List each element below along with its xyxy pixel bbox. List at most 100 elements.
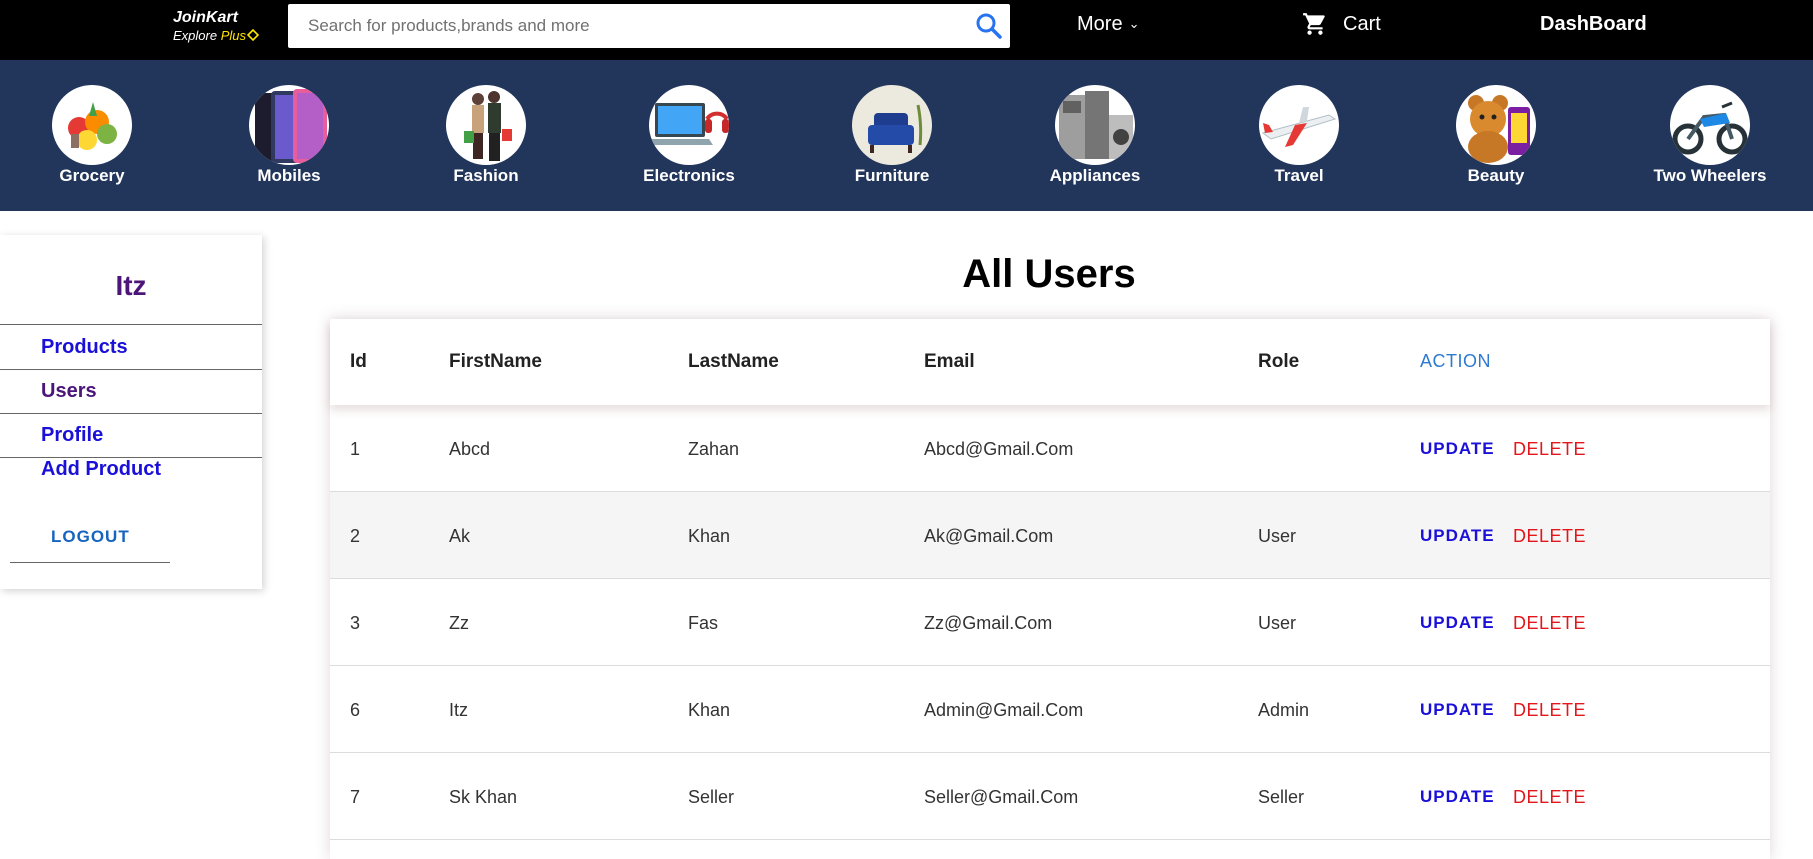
- category-furniture[interactable]: Furniture: [812, 85, 972, 187]
- travel-image: [1259, 85, 1339, 165]
- category-label: Mobiles: [257, 166, 321, 185]
- category-appliances[interactable]: Appliances: [1015, 85, 1175, 187]
- cell-email: Zz@Gmail.Com: [924, 613, 1053, 633]
- cell-firstname: Zz: [449, 613, 469, 633]
- cell-id: 7: [350, 787, 361, 807]
- logo-sub-prefix: Explore: [173, 28, 218, 43]
- category-label: Furniture: [854, 166, 930, 185]
- cell-id: 1: [350, 439, 361, 459]
- plus-icon: [246, 28, 260, 42]
- sidebar-divider: [0, 369, 262, 370]
- update-button[interactable]: UPDATE: [1420, 787, 1495, 807]
- cell-lastname: Seller: [688, 787, 735, 807]
- page-title: All Users: [962, 252, 1136, 296]
- category-label: Appliances: [1049, 166, 1141, 185]
- sidebar-divider: [0, 413, 262, 414]
- cart-label: Cart: [1343, 12, 1381, 35]
- search-icon[interactable]: [974, 11, 1004, 41]
- column-header-lastname: LastName: [688, 351, 779, 372]
- category-bar: Grocery Mobiles Fashion Electronics Furn…: [0, 60, 1813, 211]
- sidebar-divider: [0, 324, 262, 325]
- cell-lastname: Fas: [688, 613, 719, 633]
- sidebar-item-add-product[interactable]: Add Product: [41, 458, 161, 481]
- more-menu[interactable]: More ⌄: [1077, 13, 1139, 36]
- category-two-wheelers[interactable]: Two Wheelers: [1630, 85, 1790, 187]
- cell-lastname: Zahan: [688, 439, 740, 459]
- delete-button[interactable]: DELETE: [1513, 439, 1586, 460]
- two-wheelers-image: [1670, 85, 1750, 165]
- sidebar-username: Itz: [115, 270, 147, 301]
- column-header-action: ACTION: [1420, 351, 1492, 371]
- appliances-image: [1055, 85, 1135, 165]
- cart-icon: [1303, 13, 1325, 35]
- brand-logo[interactable]: JoinKart Explore Plus: [173, 9, 260, 45]
- sidebar-item-users[interactable]: Users: [41, 380, 97, 403]
- category-label: Travel: [1274, 166, 1324, 185]
- category-travel[interactable]: Travel: [1219, 85, 1379, 187]
- delete-button[interactable]: DELETE: [1513, 526, 1586, 547]
- cell-lastname: Khan: [688, 526, 731, 546]
- category-beauty[interactable]: Beauty: [1416, 85, 1576, 187]
- category-label: Grocery: [59, 166, 125, 185]
- cell-role: Seller: [1258, 787, 1305, 807]
- search-input[interactable]: [288, 4, 948, 48]
- cell-firstname: Itz: [449, 700, 469, 720]
- update-button[interactable]: UPDATE: [1420, 439, 1495, 459]
- column-header-email: Email: [924, 351, 975, 372]
- category-label: Two Wheelers: [1653, 166, 1767, 185]
- table-row: 7 Sk Khan Seller Seller@Gmail.Com Seller…: [330, 753, 1770, 840]
- table-row: 1 Abcd Zahan Abcd@Gmail.Com UPDATE DELET…: [330, 405, 1770, 492]
- cell-firstname: Sk Khan: [449, 787, 518, 807]
- cell-firstname: Ak: [449, 526, 471, 546]
- logout-divider: [10, 562, 170, 563]
- update-button[interactable]: UPDATE: [1420, 526, 1495, 546]
- more-label: More: [1077, 13, 1123, 35]
- table-header: Id FirstName LastName Email Role ACTION: [330, 319, 1770, 405]
- category-fashion[interactable]: Fashion: [406, 85, 566, 187]
- cell-role: Admin: [1258, 700, 1310, 720]
- dashboard-link[interactable]: DashBoard: [1540, 13, 1647, 36]
- column-header-id: Id: [350, 351, 367, 372]
- category-label: Beauty: [1467, 166, 1525, 185]
- category-grocery[interactable]: Grocery: [12, 85, 172, 187]
- delete-button[interactable]: DELETE: [1513, 700, 1586, 721]
- cell-lastname: Khan: [688, 700, 731, 720]
- table-row: 2 Ak Khan Ak@Gmail.Com User UPDATE DELET…: [330, 492, 1770, 579]
- cell-id: 2: [350, 526, 361, 546]
- category-mobiles[interactable]: Mobiles: [209, 85, 369, 187]
- chevron-down-icon: ⌄: [1128, 16, 1140, 31]
- furniture-image: [852, 85, 932, 165]
- mobiles-image: [249, 85, 329, 165]
- cell-email: Abcd@Gmail.Com: [924, 439, 1074, 459]
- category-label: Fashion: [453, 166, 519, 185]
- category-electronics[interactable]: Electronics: [609, 85, 769, 187]
- update-button[interactable]: UPDATE: [1420, 613, 1495, 633]
- column-header-role: Role: [1258, 351, 1300, 372]
- logo-subtitle: Explore Plus: [173, 27, 260, 45]
- users-table: Id FirstName LastName Email Role ACTION …: [330, 319, 1770, 859]
- cell-email: Ak@Gmail.Com: [924, 526, 1054, 546]
- search-bar: [288, 4, 1010, 48]
- sidebar-item-products[interactable]: Products: [41, 336, 128, 359]
- top-navbar: JoinKart Explore Plus More ⌄ Cart DashBoa…: [0, 0, 1813, 60]
- grocery-image: [52, 85, 132, 165]
- delete-button[interactable]: DELETE: [1513, 613, 1586, 634]
- fashion-image: [446, 85, 526, 165]
- delete-button[interactable]: DELETE: [1513, 787, 1586, 808]
- cell-email: Seller@Gmail.Com: [924, 787, 1079, 807]
- cart-link[interactable]: Cart: [1301, 11, 1381, 37]
- logout-button[interactable]: LOGOUT: [51, 527, 130, 547]
- logo-sub-plus: Plus: [220, 28, 246, 43]
- cell-role: User: [1258, 526, 1297, 546]
- table-row: 3 Zz Fas Zz@Gmail.Com User UPDATE DELETE: [330, 579, 1770, 666]
- update-button[interactable]: UPDATE: [1420, 700, 1495, 720]
- cell-role: User: [1258, 613, 1297, 633]
- category-label: Electronics: [643, 166, 735, 185]
- logo-title: JoinKart: [173, 9, 238, 26]
- cell-email: Admin@Gmail.Com: [924, 700, 1084, 720]
- column-header-firstname: FirstName: [449, 351, 542, 372]
- cell-id: 6: [350, 700, 361, 720]
- sidebar-item-profile[interactable]: Profile: [41, 424, 103, 447]
- beauty-image: [1456, 85, 1536, 165]
- cell-id: 3: [350, 613, 361, 633]
